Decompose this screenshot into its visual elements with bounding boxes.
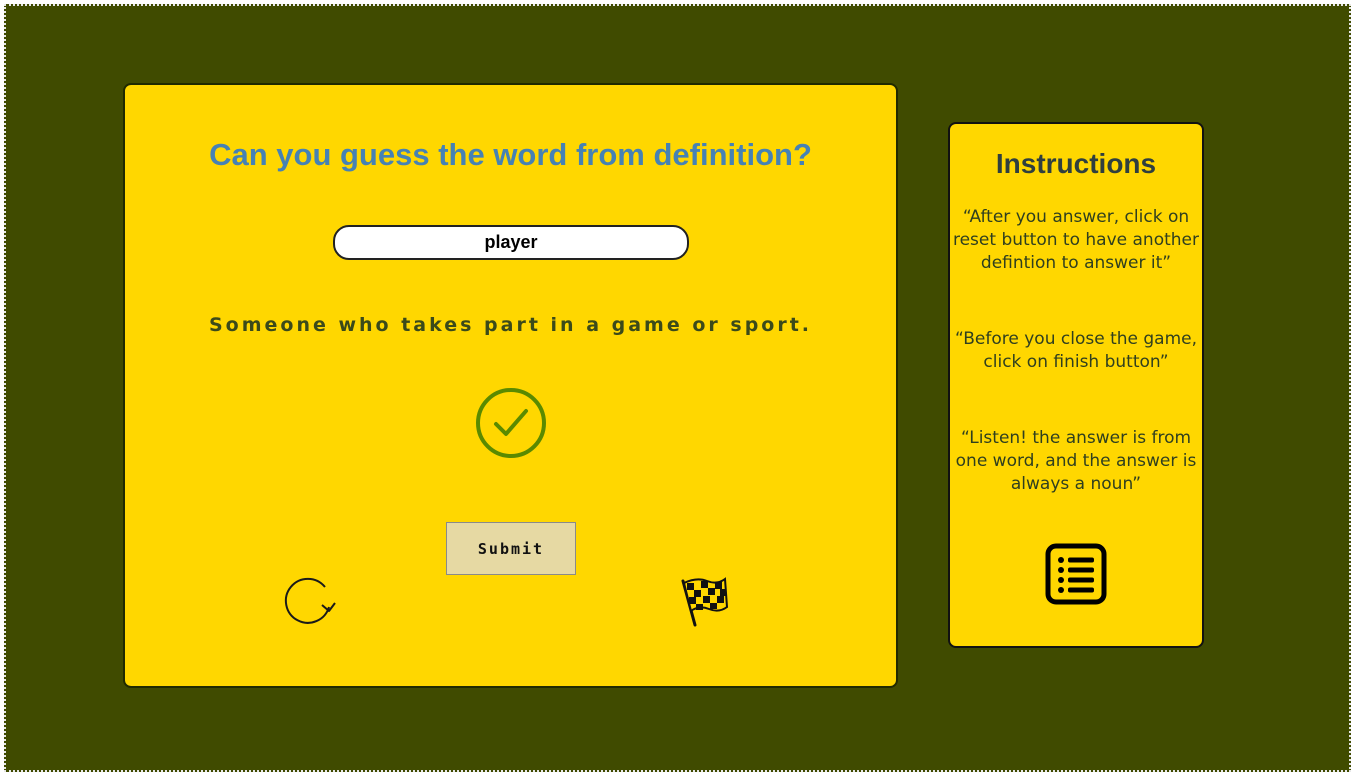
- instructions-card: Instructions “After you answer, click on…: [948, 122, 1204, 648]
- list-icon[interactable]: [1044, 542, 1108, 606]
- instruction-item: “After you answer, click on reset button…: [952, 207, 1199, 273]
- definition-text: Someone who takes part in a game or spor…: [208, 314, 813, 336]
- reset-icon[interactable]: [283, 575, 339, 627]
- instruction-item: “Before you close the game, click on fin…: [954, 329, 1198, 372]
- instructions-title: Instructions: [995, 148, 1157, 179]
- page-frame: Can you guess the word from definition? …: [4, 4, 1351, 772]
- checkered-flag-icon[interactable]: [679, 573, 729, 627]
- submit-button[interactable]: Submit: [446, 522, 576, 575]
- answer-input[interactable]: [333, 225, 689, 260]
- check-circle-icon: [476, 388, 546, 458]
- game-card: Can you guess the word from definition? …: [123, 83, 898, 688]
- game-title: Can you guess the word from definition?: [209, 137, 812, 172]
- instruction-item: “Listen! the answer is from one word, an…: [955, 428, 1197, 494]
